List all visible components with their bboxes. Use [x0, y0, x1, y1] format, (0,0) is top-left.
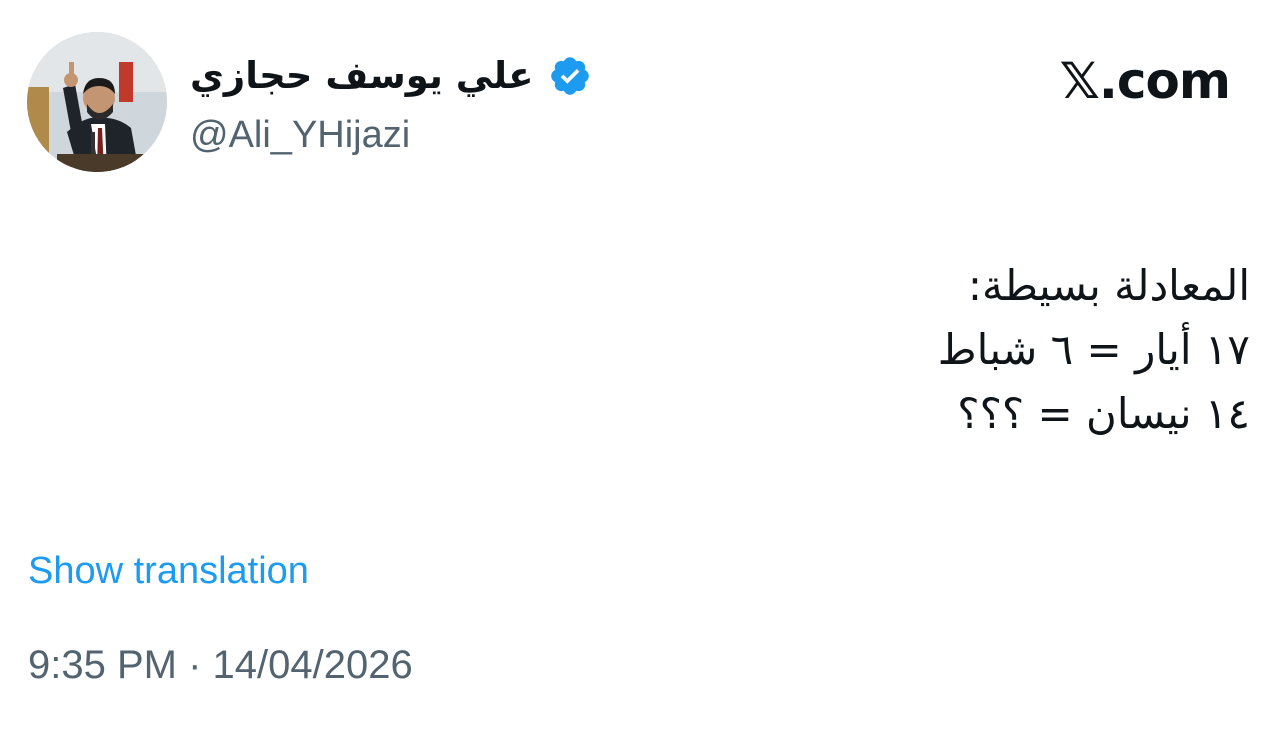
tweet-timestamp[interactable]: 9:35 PM · 14/04/2026	[28, 640, 413, 690]
show-translation-link[interactable]: Show translation	[28, 546, 309, 596]
author-avatar[interactable]	[27, 32, 167, 172]
author-display-name[interactable]: علي يوسف حجازي	[190, 46, 534, 106]
tweet-time: 9:35 PM	[28, 643, 177, 687]
tweet-line: ١٤ نيسان = ؟؟؟	[957, 389, 1250, 438]
avatar-photo	[27, 32, 167, 172]
tweet-line: ١٧ أيار = ٦ شباط	[937, 325, 1250, 374]
tweet-line: المعادلة بسيطة:	[967, 261, 1250, 310]
author-name-row: علي يوسف حجازي	[190, 46, 592, 106]
tweet-date: 14/04/2026	[212, 643, 413, 687]
x-brand-logo: 𝕏.com	[1059, 52, 1231, 110]
verified-badge-icon	[550, 57, 589, 95]
tweet-text: المعادلة بسيطة: ١٧ أيار = ٦ شباط ١٤ نيسا…	[450, 254, 1250, 446]
author-handle[interactable]: @Ali_YHijazi	[190, 110, 410, 160]
meta-separator: ·	[188, 643, 202, 687]
